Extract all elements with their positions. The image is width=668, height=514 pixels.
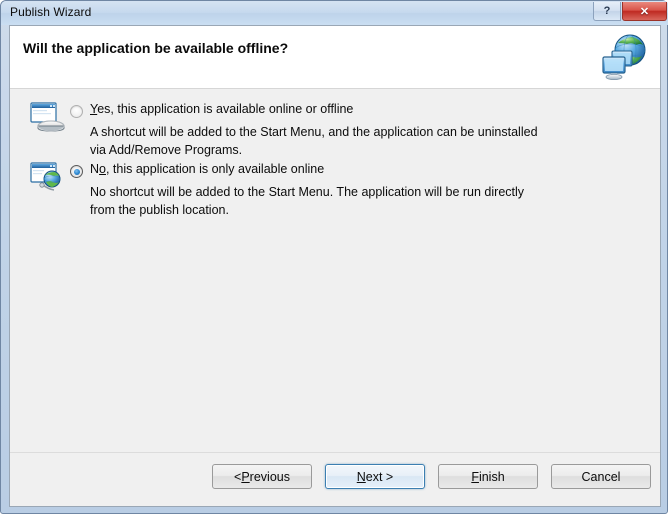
finish-button-accelerator: F <box>471 469 479 484</box>
option-yes-label-rest: es, this application is available online… <box>97 102 354 116</box>
window-title: Publish Wizard <box>10 5 92 19</box>
close-button[interactable]: ✕ <box>622 2 667 21</box>
option-yes-label: Yes, this application is available onlin… <box>90 102 353 116</box>
option-no-label: No, this application is only available o… <box>90 162 324 176</box>
previous-button-accelerator: P <box>241 469 250 484</box>
previous-button-rest: revious <box>249 469 290 484</box>
question-mark-icon: ? <box>603 5 611 17</box>
cancel-button-prefix: Cancel <box>581 469 621 484</box>
radio-yes[interactable] <box>70 105 83 118</box>
computer-disk-icon <box>30 101 66 133</box>
next-button-accelerator: N <box>356 469 366 484</box>
header-banner: Will the application be available offlin… <box>10 26 660 89</box>
publish-wizard-window: Publish Wizard ? ✕ Will the application … <box>0 0 668 514</box>
dialog-footer: < Previous Next > Finish Cancel <box>10 452 660 506</box>
radio-no[interactable] <box>70 165 83 178</box>
offline-options-group: Yes, this application is available onlin… <box>10 89 660 453</box>
footer-button-bar: < Previous Next > Finish Cancel <box>212 464 651 489</box>
option-no-label-rest: , this application is only available onl… <box>105 162 325 176</box>
option-no-label-prefix: N <box>90 162 100 176</box>
option-no-description: No shortcut will be added to the Start M… <box>90 185 525 217</box>
dialog-client-area: Will the application be available offlin… <box>9 25 661 507</box>
option-yes-description: A shortcut will be added to the Start Me… <box>90 125 538 157</box>
next-button[interactable]: Next > <box>325 464 425 489</box>
title-bar-buttons: ? ✕ <box>593 2 667 21</box>
close-icon: ✕ <box>639 5 650 18</box>
help-button[interactable]: ? <box>593 2 621 21</box>
previous-button[interactable]: < Previous <box>212 464 312 489</box>
next-button-rest: ext > <box>365 469 394 484</box>
cancel-button[interactable]: Cancel <box>551 464 651 489</box>
previous-button-prefix: < <box>234 469 242 484</box>
finish-button-rest: inish <box>478 469 505 484</box>
title-bar[interactable]: Publish Wizard ? ✕ <box>1 1 668 25</box>
computer-globe-icon <box>30 161 66 193</box>
page-title: Will the application be available offlin… <box>23 40 289 56</box>
option-no-accelerator: o <box>99 162 106 176</box>
finish-button[interactable]: Finish <box>438 464 538 489</box>
network-globe-icon <box>596 31 648 83</box>
